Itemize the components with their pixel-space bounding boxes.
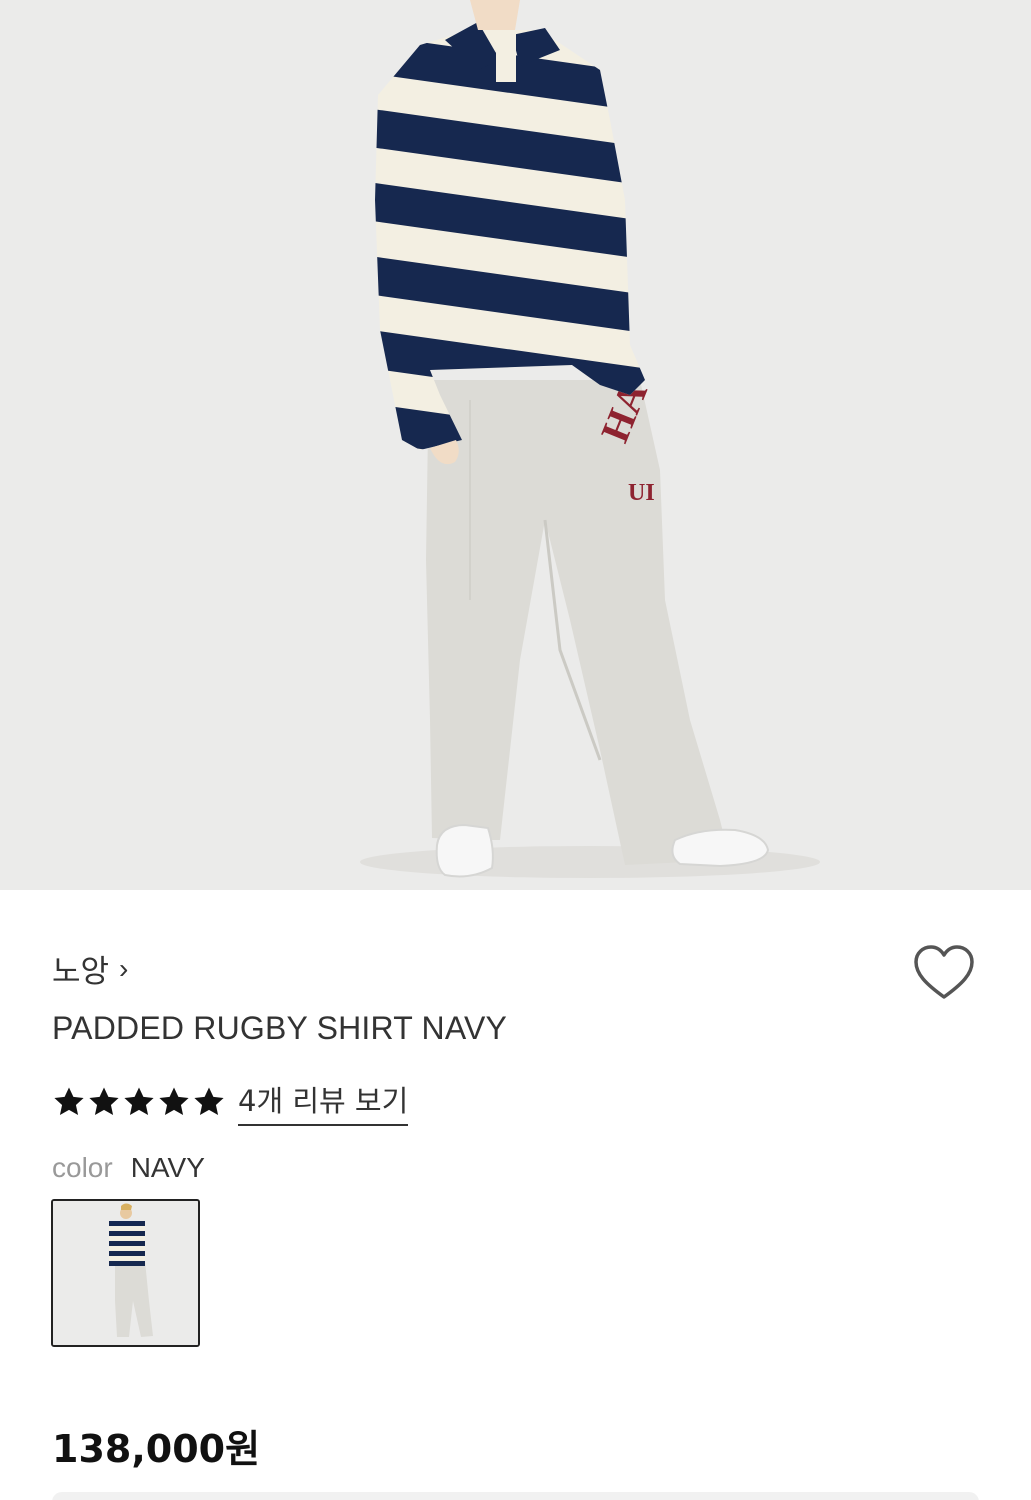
star-filled-icon	[124, 1087, 154, 1116]
reviews-link[interactable]: 4개 리뷰 보기	[238, 1078, 409, 1126]
product-info: 노앙 › PADDED RUGBY SHIRT NAVY 4개 리뷰 보기 co…	[0, 890, 1031, 1500]
color-row: color NAVY	[52, 1152, 205, 1184]
pants-print-bottom: UI	[628, 480, 655, 506]
action-bar-edge	[52, 1492, 979, 1500]
brand-name: 노앙	[52, 954, 110, 990]
color-value: NAVY	[130, 1152, 205, 1183]
rating-stars	[52, 1085, 226, 1119]
color-label: color	[52, 1152, 113, 1183]
star-filled-icon	[159, 1087, 189, 1116]
star-filled-icon	[89, 1087, 119, 1116]
chevron-right-icon: ›	[119, 952, 129, 984]
heart-outline-icon	[914, 945, 974, 999]
product-title: PADDED RUGBY SHIRT NAVY	[52, 1010, 508, 1046]
brand-link[interactable]: 노앙 ›	[52, 946, 128, 991]
product-photo[interactable]: HA UI	[0, 0, 1031, 890]
rating-row: 4개 리뷰 보기	[52, 1078, 409, 1126]
star-filled-icon	[54, 1087, 84, 1116]
color-swatch-navy[interactable]	[51, 1199, 200, 1347]
star-filled-icon	[194, 1087, 224, 1116]
swatch-thumbnail	[53, 1201, 198, 1345]
product-photo-illustration: HA UI	[0, 0, 1031, 890]
wishlist-button[interactable]	[912, 944, 976, 1002]
product-price: 138,000원	[52, 1427, 261, 1471]
